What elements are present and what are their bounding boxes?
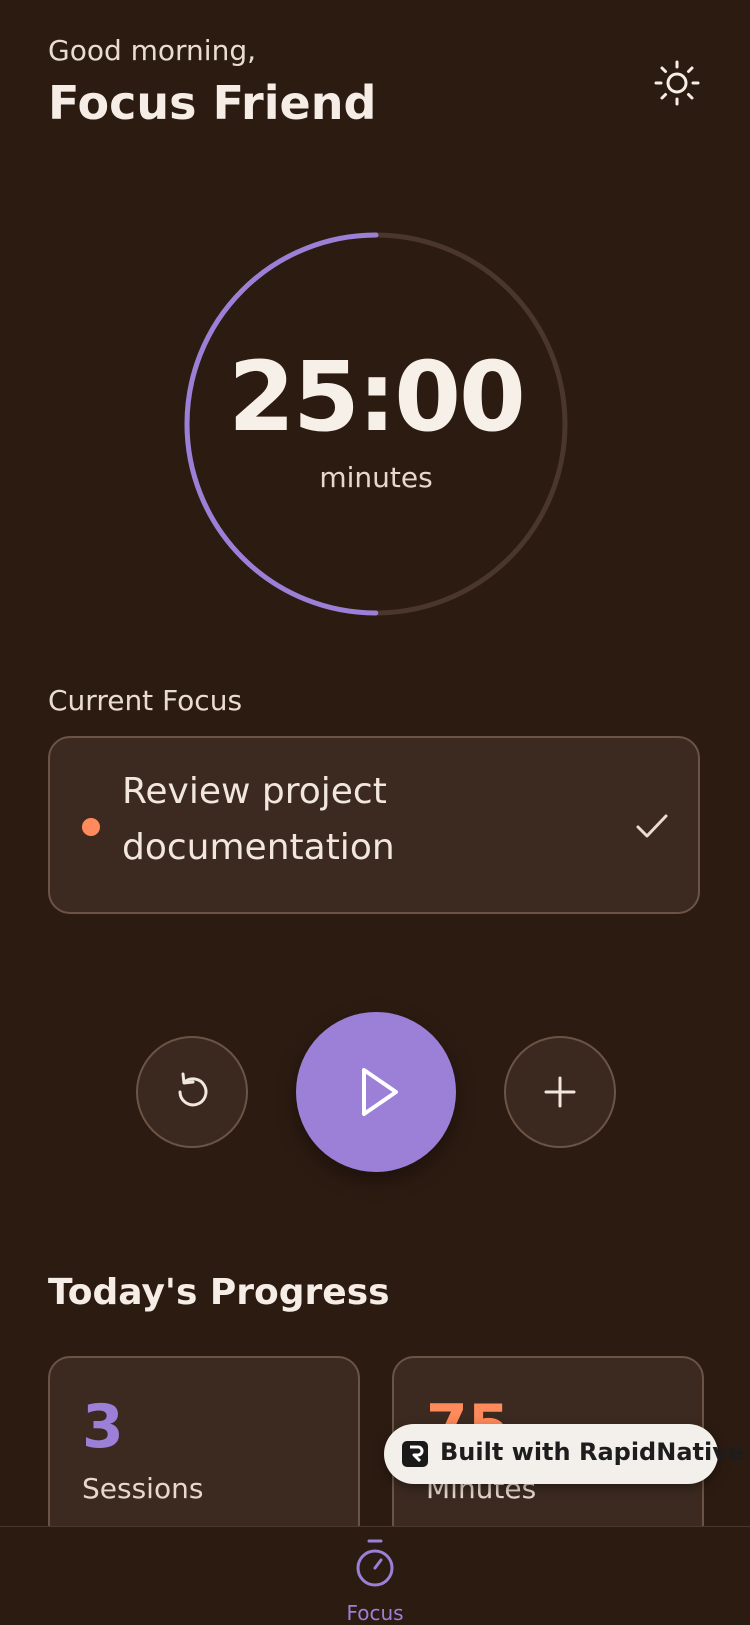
tab-bar: Focus: [0, 1526, 750, 1625]
greeting-text: Good morning,: [48, 34, 257, 67]
reset-button[interactable]: [136, 1036, 248, 1148]
task-title: Review project documentation: [122, 771, 395, 868]
built-with-badge[interactable]: Built with RapidNative: [384, 1424, 744, 1484]
sun-icon: [654, 60, 700, 106]
reset-icon: [178, 1072, 208, 1107]
timer-unit: minutes: [319, 461, 433, 494]
badge-text: Built with RapidNative: [440, 1438, 745, 1466]
play-icon: [362, 1068, 398, 1116]
stat-value: 3: [82, 1392, 124, 1462]
stat-card-sessions: 3 Sessions: [48, 1356, 360, 1546]
progress-title: Today's Progress: [48, 1272, 390, 1313]
play-button[interactable]: [296, 1012, 456, 1172]
timer-ring: 25:00 minutes: [183, 231, 569, 617]
current-task-card[interactable]: Review project documentation: [48, 736, 700, 914]
task-priority-dot: [82, 818, 100, 836]
current-focus-label: Current Focus: [48, 684, 243, 717]
rapidnative-logo-icon: [402, 1441, 428, 1467]
tab-focus-label: Focus: [346, 1601, 404, 1625]
stopwatch-icon: [356, 1539, 394, 1587]
plus-icon: [544, 1076, 576, 1108]
page-title: Focus Friend: [48, 76, 377, 130]
theme-toggle-button[interactable]: [652, 58, 702, 108]
stat-label: Sessions: [82, 1472, 204, 1505]
timer-display: 25:00: [228, 341, 526, 453]
check-icon[interactable]: [630, 804, 674, 848]
tab-focus[interactable]: Focus: [325, 1533, 425, 1625]
add-button[interactable]: [504, 1036, 616, 1148]
